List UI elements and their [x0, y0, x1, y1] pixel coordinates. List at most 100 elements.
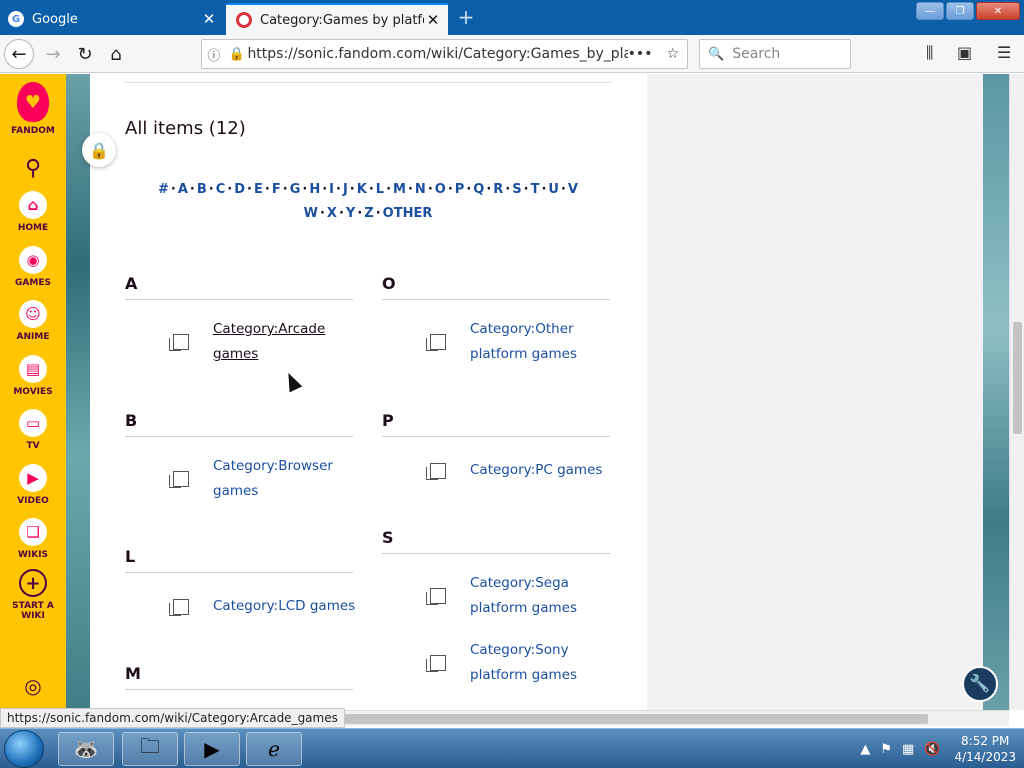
internet-explorer-icon[interactable]: ℯ	[246, 732, 302, 766]
sidebar-icon[interactable]: ▣	[957, 43, 972, 62]
alphabet-link[interactable]: #	[158, 182, 169, 197]
alphabet-link[interactable]: B	[197, 182, 207, 197]
category-link-arcade[interactable]: Category:Arcade games	[213, 317, 363, 367]
rail-label: ANIME	[16, 332, 50, 342]
fandom-logo[interactable]: ♥ FANDOM	[0, 82, 66, 136]
close-window-button[interactable]: ✕	[976, 2, 1020, 20]
url-actions: ••• ☆	[628, 46, 679, 62]
clock[interactable]: 8:52 PM 4/14/2023	[954, 733, 1016, 765]
alphabet-link[interactable]: A	[178, 182, 188, 197]
rail-item-wikis[interactable]: ❏ WIKIS	[0, 518, 66, 560]
category-count-heading: All items (12)	[125, 118, 246, 139]
alphabet-link[interactable]: V	[568, 182, 578, 197]
category-link-pc[interactable]: Category:PC games	[470, 458, 620, 483]
link-text: Category:PC games	[470, 462, 603, 478]
close-tab-icon[interactable]: ✕	[200, 10, 218, 28]
start-button[interactable]	[4, 730, 44, 768]
alphabet-link[interactable]: M	[393, 182, 406, 197]
tab-google[interactable]: G Google ✕	[0, 3, 224, 35]
category-entry: Category:LCD games	[169, 594, 363, 619]
wrench-icon[interactable]: 🔧	[962, 666, 998, 702]
alphabet-link[interactable]: G	[290, 182, 301, 197]
alphabet-link[interactable]: W	[304, 206, 318, 221]
forward-button[interactable]: →	[38, 39, 68, 69]
google-favicon: G	[8, 11, 24, 27]
restore-button[interactable]: ❐	[946, 2, 974, 20]
alphabet-link[interactable]: N	[415, 182, 426, 197]
new-tab-button[interactable]: +	[456, 5, 476, 29]
alphabet-link[interactable]: K	[357, 182, 367, 197]
sonic-favicon	[236, 12, 252, 28]
search-icon[interactable]: ⚲	[0, 156, 66, 181]
alphabet-link[interactable]: S	[512, 182, 521, 197]
rail-item-tv[interactable]: ▭ TV	[0, 409, 66, 451]
rail-item-movies[interactable]: ▤ MOVIES	[0, 355, 66, 397]
alphabet-link[interactable]: X	[327, 206, 337, 221]
info-icon[interactable]: ⓘ	[202, 45, 226, 64]
windows-taskbar: 🦝 🗀 ▶ ℯ ▲ ⚑ ▦ 🔇 8:52 PM 4/14/2023	[0, 728, 1024, 768]
action-center-flag-icon[interactable]: ⚑	[880, 742, 892, 757]
page-actions-icon[interactable]: •••	[628, 46, 653, 62]
menu-icon[interactable]: ☰	[997, 43, 1011, 62]
search-box[interactable]: 🔍 Search	[699, 39, 851, 69]
alphabet-link[interactable]: Y	[346, 206, 355, 221]
link-text: platform games	[470, 600, 577, 616]
alphabet-link[interactable]: F	[272, 182, 281, 197]
rail-item-start-wiki[interactable]: + START A WIKI	[0, 569, 66, 621]
user-account-icon[interactable]: ◎	[0, 674, 66, 698]
navigation-toolbar: ← → ↻ ⌂ ⓘ 🔒 https://sonic.fandom.com/wik…	[0, 35, 1024, 73]
rail-item-video[interactable]: ▶ VIDEO	[0, 464, 66, 506]
alphabet-link[interactable]: U	[548, 182, 559, 197]
back-button[interactable]: ←	[4, 39, 34, 69]
alphabet-link[interactable]: D	[234, 182, 245, 197]
separator: ·	[264, 182, 270, 197]
file-explorer-icon[interactable]: 🗀	[122, 732, 178, 766]
home-button[interactable]: ⌂	[101, 39, 131, 69]
separator: ·	[368, 182, 374, 197]
alphabet-link[interactable]: H	[309, 182, 320, 197]
rail-label: VIDEO	[17, 496, 49, 506]
reload-button[interactable]: ↻	[70, 39, 100, 69]
tab-strip: G Google ✕ Category:Games by platform | …	[0, 0, 1024, 35]
show-hidden-icons-icon[interactable]: ▲	[860, 742, 870, 757]
alphabet-link[interactable]: O	[435, 182, 446, 197]
category-link-browser[interactable]: Category:Browser games	[213, 454, 363, 504]
separator: ·	[407, 182, 413, 197]
alphabet-link[interactable]: Z	[364, 206, 373, 221]
volume-muted-icon[interactable]: 🔇	[924, 742, 940, 757]
separator: ·	[505, 182, 511, 197]
vertical-scrollbar[interactable]	[1009, 74, 1024, 710]
separator: ·	[338, 206, 344, 221]
url-text[interactable]: https://sonic.fandom.com/wiki/Category:G…	[247, 46, 627, 62]
category-link-sony-platform[interactable]: Category:Sony platform games	[470, 638, 620, 688]
lock-icon[interactable]: 🔒	[82, 133, 116, 167]
library-icon[interactable]: ⫼	[926, 43, 933, 63]
raccoon-app-icon[interactable]: 🦝	[58, 732, 114, 766]
rail-item-games[interactable]: ◉ GAMES	[0, 246, 66, 288]
media-player-icon[interactable]: ▶	[184, 732, 240, 766]
alphabet-link[interactable]: E	[254, 182, 263, 197]
category-link-other-platform[interactable]: Category:Other platform games	[470, 317, 620, 367]
category-link-lcd[interactable]: Category:LCD games	[213, 594, 363, 619]
close-tab-icon[interactable]: ✕	[424, 11, 442, 29]
link-text: Category:Arcade	[213, 321, 326, 337]
alphabet-link[interactable]: C	[216, 182, 226, 197]
bookmark-star-icon[interactable]: ☆	[666, 46, 679, 62]
tab-sonic-category[interactable]: Category:Games by platform | Sonic ✕	[226, 3, 448, 35]
alphabet-row: # · A · B · C · D · E · F · G · H · I · J · K · L · M · N · O · P · Q · R · S ·…	[125, 178, 611, 202]
rail-item-home[interactable]: ⌂ HOME	[0, 191, 66, 233]
alphabet-link[interactable]: R	[493, 182, 503, 197]
separator: ·	[208, 182, 214, 197]
separator: ·	[336, 182, 341, 197]
url-domain: fandom.com	[338, 46, 427, 62]
alphabet-link[interactable]: L	[376, 182, 384, 197]
category-link-sega-platform[interactable]: Category:Sega platform games	[470, 571, 620, 621]
alphabet-link[interactable]: OTHER	[383, 206, 433, 221]
minimize-button[interactable]: —	[916, 2, 944, 20]
alphabet-link[interactable]: P	[455, 182, 465, 197]
rail-item-anime[interactable]: ☺ ANIME	[0, 300, 66, 342]
network-icon[interactable]: ▦	[902, 742, 914, 757]
address-bar[interactable]: ⓘ 🔒 https://sonic.fandom.com/wiki/Catego…	[201, 39, 688, 69]
scroll-thumb[interactable]	[1013, 322, 1022, 434]
alphabet-link[interactable]: Q	[473, 182, 484, 197]
